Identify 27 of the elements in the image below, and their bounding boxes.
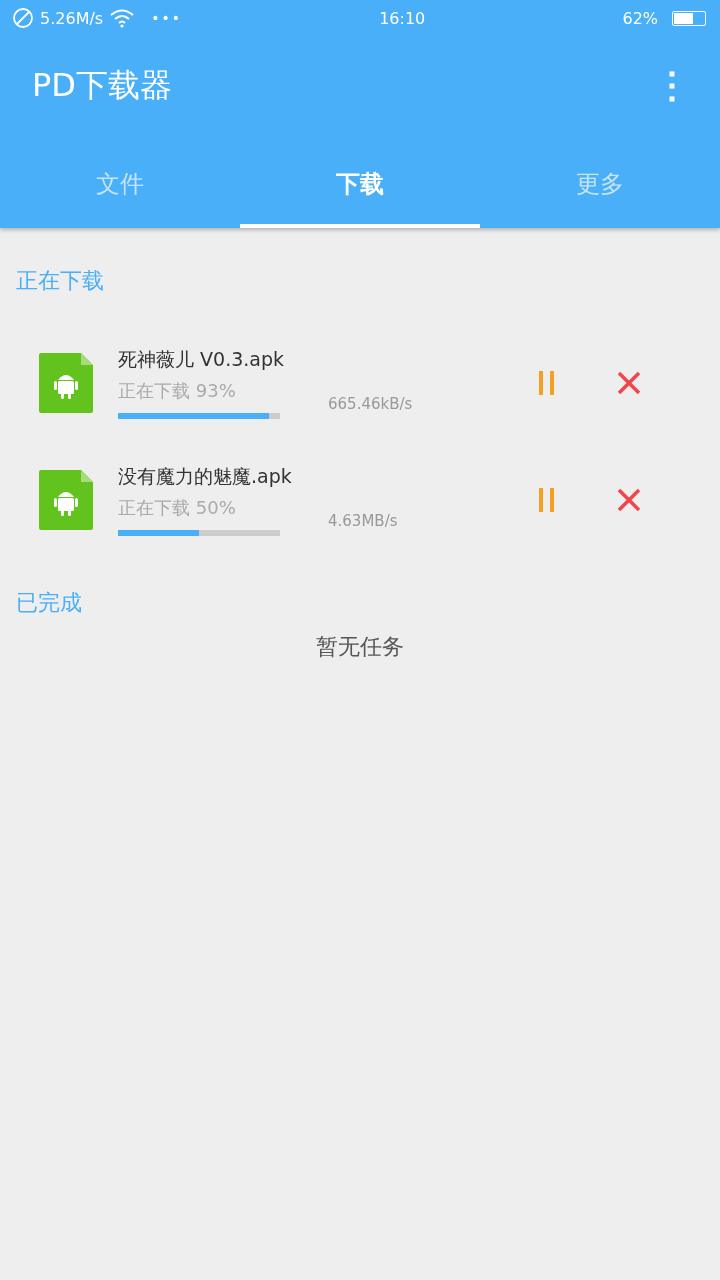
- tab[interactable]: 文件: [0, 144, 240, 228]
- tab[interactable]: 下载: [240, 144, 480, 228]
- section-heading: 正在下载: [15, 267, 105, 295]
- battery-icon: [672, 10, 706, 26]
- download-speed: 665.46kB/s: [328, 394, 413, 413]
- app-title: PD下载器: [32, 65, 172, 106]
- download-status: 正在下载 93%: [118, 378, 237, 403]
- battery-percent: 62%: [622, 8, 658, 28]
- tab[interactable]: 更多: [480, 144, 720, 228]
- pause-icon[interactable]: [539, 487, 555, 512]
- download-speed: 4.63MB/s: [328, 511, 398, 530]
- file-name: 没有魔力的魅魔.apk: [118, 463, 293, 489]
- download-status: 正在下载 50%: [118, 495, 237, 520]
- android-file-icon: [39, 469, 93, 530]
- wifi-icon: [109, 8, 136, 28]
- pause-icon[interactable]: [539, 370, 555, 395]
- empty-message: 暂无任务: [316, 633, 404, 661]
- file-name: 死神薇儿 V0.3.apk: [118, 346, 285, 372]
- blocked-icon: [12, 7, 34, 29]
- android-file-icon: [39, 352, 93, 413]
- menu-button[interactable]: ⋮: [648, 65, 696, 107]
- network-speed: 5.26M/s: [40, 8, 104, 28]
- clock: 16:10: [379, 8, 426, 28]
- more-notifications: •••: [151, 10, 182, 26]
- close-icon[interactable]: [617, 370, 641, 395]
- section-heading: 已完成: [15, 589, 83, 617]
- close-icon[interactable]: [617, 487, 641, 512]
